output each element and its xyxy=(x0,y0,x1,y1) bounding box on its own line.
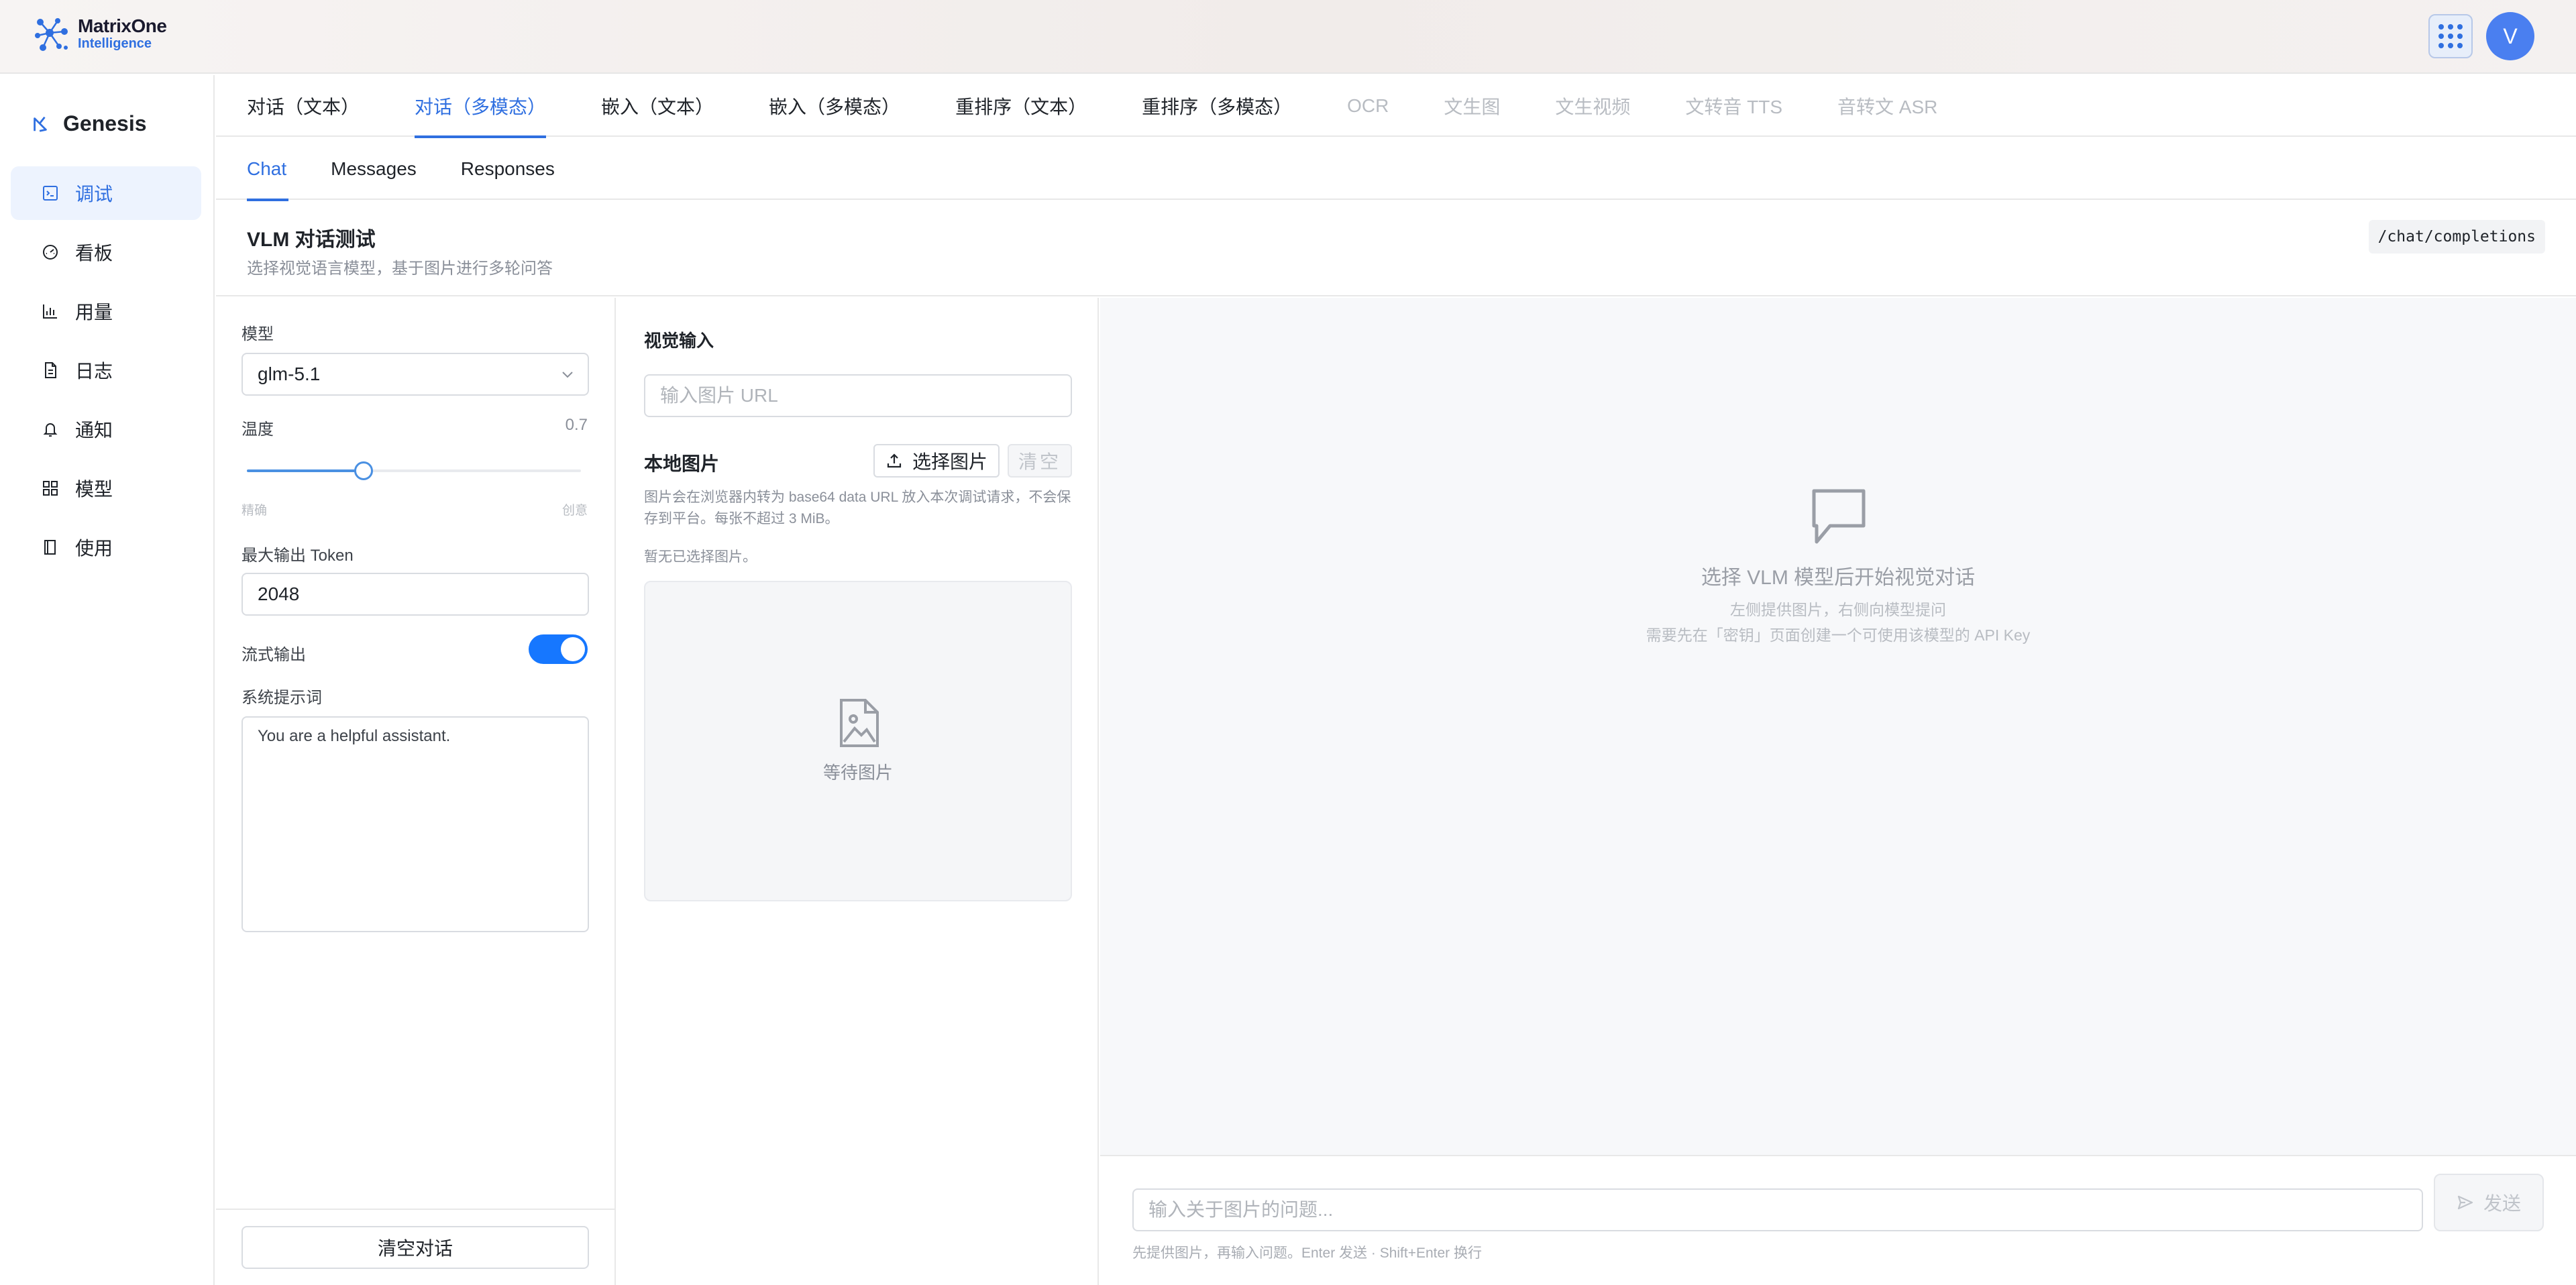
brand-name: Genesis xyxy=(63,111,147,135)
sidebar-nav: 调试 看板 用量 日志 通知 模型 使用 xyxy=(11,166,201,579)
question-input[interactable]: 输入关于图片的问题... xyxy=(1132,1188,2423,1231)
user-avatar[interactable]: V xyxy=(2486,12,2534,60)
vision-input-panel: 视觉输入 输入图片 URL 本地图片 选择图片 清空 图片会在浏览器内转为 ba… xyxy=(617,298,1099,1285)
slider-fill xyxy=(247,469,364,472)
chat-bubble-icon xyxy=(1812,489,1866,544)
page-header: VLM 对话测试 选择视觉语言模型，基于图片进行多轮问答 路径 /chat/co… xyxy=(216,201,2576,296)
logo-line-2: Intelligence xyxy=(78,36,152,51)
chevron-down-icon xyxy=(562,372,573,378)
tab-chat-text[interactable]: 对话（文本） xyxy=(247,75,360,137)
model-select[interactable]: glm-5.1 xyxy=(241,353,589,396)
temperature-label: 温度 xyxy=(241,421,274,439)
tab-rerank-text[interactable]: 重排序（文本） xyxy=(955,75,1087,137)
slider-handle[interactable] xyxy=(354,461,374,480)
tab-chat[interactable]: Chat xyxy=(247,138,289,201)
tab-text-to-video[interactable]: 文生视频 xyxy=(1555,75,1630,137)
tab-chat-multimodal[interactable]: 对话（多模态） xyxy=(415,75,547,138)
sidebar-item-models[interactable]: 模型 xyxy=(11,461,201,515)
empty-state-hint-2: 需要先在「密钥」页面创建一个可使用该模型的 API Key xyxy=(1646,626,2031,644)
empty-state-hint-1: 左侧提供图片，右侧向模型提问 xyxy=(1730,601,1946,618)
tab-embed-text[interactable]: 嵌入（文本） xyxy=(601,75,714,137)
sidebar-item-dashboard[interactable]: 看板 xyxy=(11,225,201,279)
max-tokens-input[interactable]: 2048 xyxy=(241,573,589,616)
tab-rerank-multimodal[interactable]: 重排序（多模态） xyxy=(1142,75,1292,137)
tab-responses[interactable]: Responses xyxy=(461,138,555,200)
slider-min-label: 精确 xyxy=(241,504,268,518)
matrixone-logo-icon xyxy=(35,18,68,51)
slider-max-label: 创意 xyxy=(561,504,588,518)
secondary-tabs: Chat Messages Responses xyxy=(216,138,2576,201)
terminal-icon xyxy=(43,186,58,201)
composer-hint: 先提供图片，再输入问题。Enter 发送 · Shift+Enter 换行 xyxy=(1132,1245,1482,1261)
system-prompt-textarea[interactable]: You are a helpful assistant. xyxy=(241,716,589,932)
tab-ocr[interactable]: OCR xyxy=(1347,75,1389,137)
book-icon xyxy=(44,540,56,555)
sidebar-item-label: 通知 xyxy=(75,420,113,441)
genesis-logo-icon xyxy=(34,116,47,132)
choose-image-button[interactable]: 选择图片 xyxy=(873,444,1000,478)
model-label: 模型 xyxy=(241,325,274,343)
sidebar-item-usage[interactable]: 用量 xyxy=(11,284,201,338)
stream-toggle[interactable] xyxy=(529,634,588,664)
apps-grid-button[interactable] xyxy=(2428,14,2473,58)
sidebar-item-label: 使用 xyxy=(75,538,113,559)
tab-asr[interactable]: 音转文 ASR xyxy=(1837,75,1937,137)
clear-images-button[interactable]: 清空 xyxy=(1008,444,1072,478)
tab-text-to-image[interactable]: 文生图 xyxy=(1444,75,1500,137)
choose-image-label: 选择图片 xyxy=(912,451,987,472)
empty-state-title: 选择 VLM 模型后开始视觉对话 xyxy=(1701,567,1976,589)
sidebar-item-notifications[interactable]: 通知 xyxy=(11,402,201,456)
file-text-icon xyxy=(45,362,56,378)
image-file-icon xyxy=(840,699,879,747)
vision-section-title: 视觉输入 xyxy=(644,331,714,351)
waiting-image-label: 等待图片 xyxy=(822,763,893,783)
chat-composer: 输入关于图片的问题... 发送 先提供图片，再输入问题。Enter 发送 · S… xyxy=(1100,1155,2576,1285)
page-title: VLM 对话测试 xyxy=(247,229,376,251)
settings-footer: 清空对话 xyxy=(216,1209,614,1285)
chat-panel: 选择 VLM 模型后开始视觉对话 左侧提供图片，右侧向模型提问 需要先在「密钥」… xyxy=(1100,298,2576,1285)
tab-messages[interactable]: Messages xyxy=(331,138,417,200)
sidebar-item-label: 用量 xyxy=(75,302,113,323)
local-images-title: 本地图片 xyxy=(644,453,720,474)
gauge-icon xyxy=(43,245,58,260)
path-value: /chat/completions xyxy=(2368,220,2545,254)
send-icon xyxy=(2457,1195,2473,1210)
image-privacy-note: 图片会在浏览器内转为 base64 data URL 放入本次调试请求，不会保存… xyxy=(644,490,1071,526)
sidebar-item-debug[interactable]: 调试 xyxy=(11,166,201,220)
stream-label: 流式输出 xyxy=(241,646,306,664)
clear-chat-button[interactable]: 清空对话 xyxy=(241,1226,589,1269)
bar-chart-icon xyxy=(43,304,57,319)
brand: Genesis xyxy=(31,111,147,136)
primary-tabs: 对话（文本） 对话（多模态） 嵌入（文本） 嵌入（多模态） 重排序（文本） 重排… xyxy=(216,75,2576,138)
sidebar-item-label: 日志 xyxy=(75,361,113,382)
sidebar-item-usage-guide[interactable]: 使用 xyxy=(11,520,201,574)
logo-line-1: MatrixOne xyxy=(78,15,167,36)
max-tokens-label: 最大输出 Token xyxy=(241,547,354,565)
sidebar: Genesis 调试 看板 用量 日志 通知 模型 使用 xyxy=(0,75,215,1285)
sidebar-item-label: 模型 xyxy=(75,479,113,500)
image-url-input[interactable]: 输入图片 URL xyxy=(644,374,1072,417)
page-subtitle: 选择视觉语言模型，基于图片进行多轮问答 xyxy=(247,260,553,278)
app-logo[interactable]: MatrixOne Intelligence xyxy=(32,13,167,56)
model-select-value: glm-5.1 xyxy=(258,364,321,384)
temperature-slider[interactable] xyxy=(247,461,581,480)
sidebar-item-label: 调试 xyxy=(75,184,113,205)
system-prompt-label: 系统提示词 xyxy=(241,689,322,707)
top-bar: MatrixOne Intelligence V xyxy=(0,0,2576,74)
no-images-text: 暂无已选择图片。 xyxy=(644,549,757,565)
send-label: 发送 xyxy=(2483,1193,2521,1214)
send-button[interactable]: 发送 xyxy=(2434,1174,2544,1231)
bell-icon xyxy=(43,423,58,437)
tab-embed-multimodal[interactable]: 嵌入（多模态） xyxy=(769,75,900,137)
upload-icon xyxy=(887,453,902,468)
sidebar-item-logs[interactable]: 日志 xyxy=(11,343,201,397)
temperature-value: 0.7 xyxy=(565,416,588,434)
sidebar-item-label: 看板 xyxy=(75,243,113,264)
image-drop-area[interactable]: 等待图片 xyxy=(644,581,1072,901)
settings-panel: 模型 glm-5.1 温度 0.7 精确 创意 最大输出 Token 2048 … xyxy=(216,298,616,1285)
tab-tts[interactable]: 文转音 TTS xyxy=(1685,75,1782,137)
grid-icon xyxy=(43,481,58,496)
